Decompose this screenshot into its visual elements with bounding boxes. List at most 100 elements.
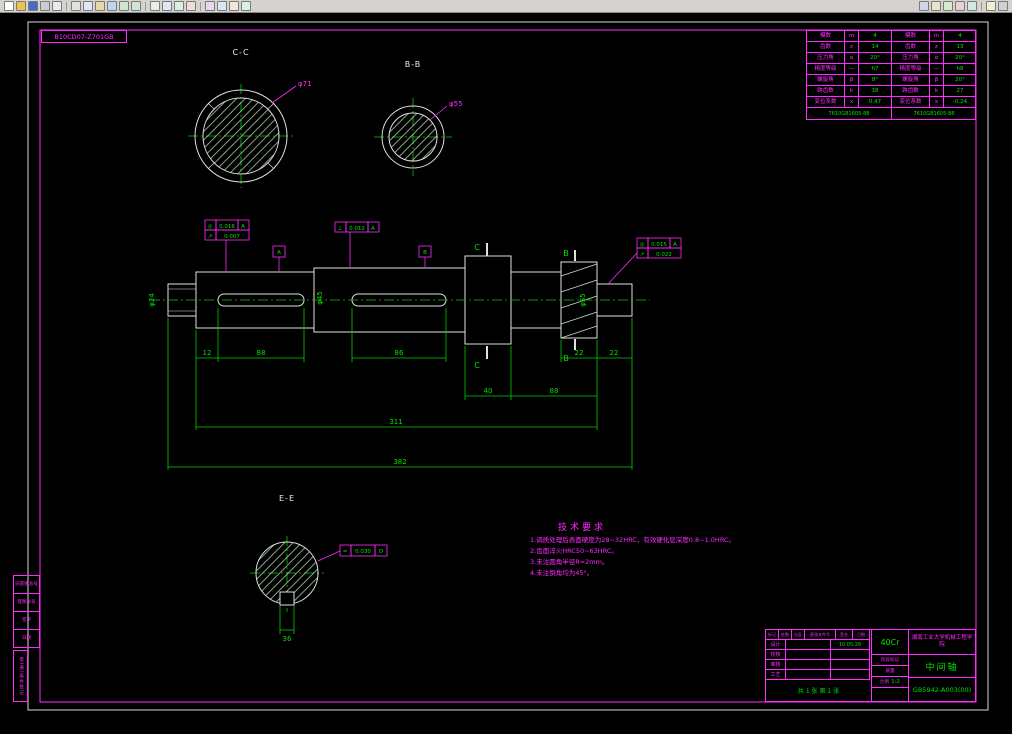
scale-value: 1:2 xyxy=(891,679,900,685)
dim-cc-diameter: φ71 xyxy=(298,80,312,88)
insert-block-icon[interactable] xyxy=(205,1,215,11)
undo-icon[interactable] xyxy=(119,1,129,11)
margin-side-label: 借(通)用件登记 xyxy=(18,656,24,696)
zoom-window-icon[interactable] xyxy=(162,1,172,11)
dim-22-spline: 22 xyxy=(575,349,584,357)
help-icon[interactable] xyxy=(986,1,996,11)
param-row: 齿数 z 14 齿数 z 13 xyxy=(807,42,976,53)
toolbar-group-file xyxy=(4,1,62,11)
gear-parameter-table: 模数 m 4 模数 m 4 齿数 z 14 齿数 z 13 压力角 α 20° 压力角 α 20° 精度等级 —… xyxy=(806,30,976,120)
gdt-symbol: ◎ xyxy=(640,242,645,248)
tech-requirements-title: 技术要求 xyxy=(558,523,607,533)
stage-mark-label: 阶段标记 xyxy=(872,655,908,666)
gdt-symbol: ⊥ xyxy=(338,226,343,232)
cut-icon[interactable] xyxy=(71,1,81,11)
regen-icon[interactable] xyxy=(186,1,196,11)
grid-icon[interactable] xyxy=(931,1,941,11)
plot-icon[interactable] xyxy=(40,1,50,11)
dim-spline-diameter: φ55 xyxy=(579,293,587,307)
section-label-cc: C-C xyxy=(232,48,249,57)
title-block-header-row: 标记 处数 分区 更改文件号 签名 日期 xyxy=(766,630,871,640)
tech-requirement-line: 2.齿面淬火HRC50~63HRC。 xyxy=(530,547,618,555)
new-icon[interactable] xyxy=(4,1,14,11)
ortho-icon[interactable] xyxy=(943,1,953,11)
gdt-datum: A xyxy=(371,226,375,232)
drawing-code-box: B10CD07-Z701GB xyxy=(41,30,127,43)
datum-b-label: B xyxy=(423,250,427,256)
organization-name: 湖南工业大学机械工程学院 xyxy=(909,630,975,655)
toolbar-group-window xyxy=(986,1,1008,11)
zoom-extents-icon[interactable] xyxy=(174,1,184,11)
gdt-symbol: ↗ xyxy=(640,252,645,258)
toolbar-separator xyxy=(145,1,146,11)
dim-bb-diameter: φ55 xyxy=(449,100,463,108)
match-properties-icon[interactable] xyxy=(107,1,117,11)
keyway-section xyxy=(279,591,295,606)
hyperlink-icon[interactable] xyxy=(241,1,251,11)
section-view-bb: B-B φ55 xyxy=(374,60,463,176)
weight-label: 质量 xyxy=(872,666,908,677)
gdt-symbol: ◎ xyxy=(208,224,213,230)
section-label-bb: B-B xyxy=(405,60,422,69)
dim-ee-width: 36 xyxy=(283,635,292,643)
paste-icon[interactable] xyxy=(95,1,105,11)
toolbar-group-insert xyxy=(205,1,251,11)
technical-requirements: 技术要求 1.调质处理后表面硬度为28~32HRC，有效硬化层深度0.8~1.0… xyxy=(530,520,860,579)
param-row: 精度等级 — h7 精度等级 — h8 xyxy=(807,64,976,75)
print-preview-icon[interactable] xyxy=(52,1,62,11)
gdt-frames: ◎ 0.018 A ↗ 0.007 ⊥ 0.012 A ◎ 0.015 A ↗ … xyxy=(204,219,682,562)
dyn-input-icon[interactable] xyxy=(967,1,977,11)
redo-icon[interactable] xyxy=(131,1,141,11)
open-icon[interactable] xyxy=(16,1,26,11)
dim-86-keyway2: 86 xyxy=(395,349,404,357)
margin-row: 底图总号 xyxy=(14,594,39,612)
cut-letter-c-bottom: C xyxy=(474,361,480,370)
title-block: 标记 处数 分区 更改文件号 签名 日期 设计 10.05.26 校核 审核 工… xyxy=(765,629,976,702)
param-row: 跨齿数 k 38 跨齿数 k 27 xyxy=(807,86,976,97)
param-row: 螺旋角 β 8° 螺旋角 β 20° xyxy=(807,75,976,86)
dim-12: 12 xyxy=(203,349,212,357)
gdt-value: 0.018 xyxy=(219,224,235,230)
margin-side-block: 借(通)用件登记 xyxy=(13,650,28,702)
pan-icon[interactable] xyxy=(150,1,160,11)
title-block-material-column: 40Cr 阶段标记 质量 比例 1:2 xyxy=(872,630,909,701)
gdt-datum: D xyxy=(379,549,383,555)
cad-application-window: C-C φ71 B-B φ55 C C B B A B ◎ 0.018 A ↗ … xyxy=(0,0,1012,734)
param-label: 模数 xyxy=(807,31,845,42)
dim-22-stub: 22 xyxy=(610,349,619,357)
osnap-icon[interactable] xyxy=(919,1,929,11)
param-row: 变位系数 x 0.47 变位系数 x -0.24 xyxy=(807,97,976,108)
datum-a-label: A xyxy=(277,250,281,256)
save-icon[interactable] xyxy=(28,1,38,11)
title-block-signatures: 标记 处数 分区 更改文件号 签名 日期 设计 10.05.26 校核 审核 工… xyxy=(766,630,872,701)
polar-icon[interactable] xyxy=(955,1,965,11)
signature-row: 校核 xyxy=(766,650,871,660)
gdt-datum: A xyxy=(673,242,677,248)
dim-mid-diameter: φ45 xyxy=(316,291,324,305)
toolbar-separator xyxy=(981,1,982,11)
section-label-ee: E-E xyxy=(279,494,295,503)
margin-row: 旧底图总号 xyxy=(14,576,39,594)
signature-row: 设计 10.05.26 xyxy=(766,640,871,650)
toolbar-separator xyxy=(200,1,201,11)
dim-88-right: 88 xyxy=(550,387,559,395)
insert-table-icon[interactable] xyxy=(217,1,227,11)
gdt-symbol: = xyxy=(343,549,348,555)
shaft-main-view xyxy=(150,255,650,345)
drawing-number: GB5942-A003(00) xyxy=(912,685,972,694)
gdt-value: 0.012 xyxy=(349,226,365,232)
cut-letter-b-top: B xyxy=(563,249,569,258)
drawing-canvas[interactable]: C-C φ71 B-B φ55 C C B B A B ◎ 0.018 A ↗ … xyxy=(0,12,1012,734)
toolbar-group-edit xyxy=(71,1,141,11)
dim-left-diameter: φ24 xyxy=(148,293,156,307)
gdt-value: 0.007 xyxy=(224,234,240,240)
material-spec: 40Cr xyxy=(872,630,908,655)
copy-icon[interactable] xyxy=(83,1,93,11)
minimize-icon[interactable] xyxy=(998,1,1008,11)
signature-row: 审核 xyxy=(766,660,871,670)
title-block-identity-column: 湖南工业大学机械工程学院 中间轴 GB5942-A003(00) xyxy=(909,630,975,701)
toolbar-group-settings xyxy=(919,1,977,11)
param-row: 模数 m 4 模数 m 4 xyxy=(807,31,976,42)
tech-requirement-line: 1.调质处理后表面硬度为28~32HRC，有效硬化层深度0.8~1.0HRC。 xyxy=(530,536,736,544)
insert-image-icon[interactable] xyxy=(229,1,239,11)
